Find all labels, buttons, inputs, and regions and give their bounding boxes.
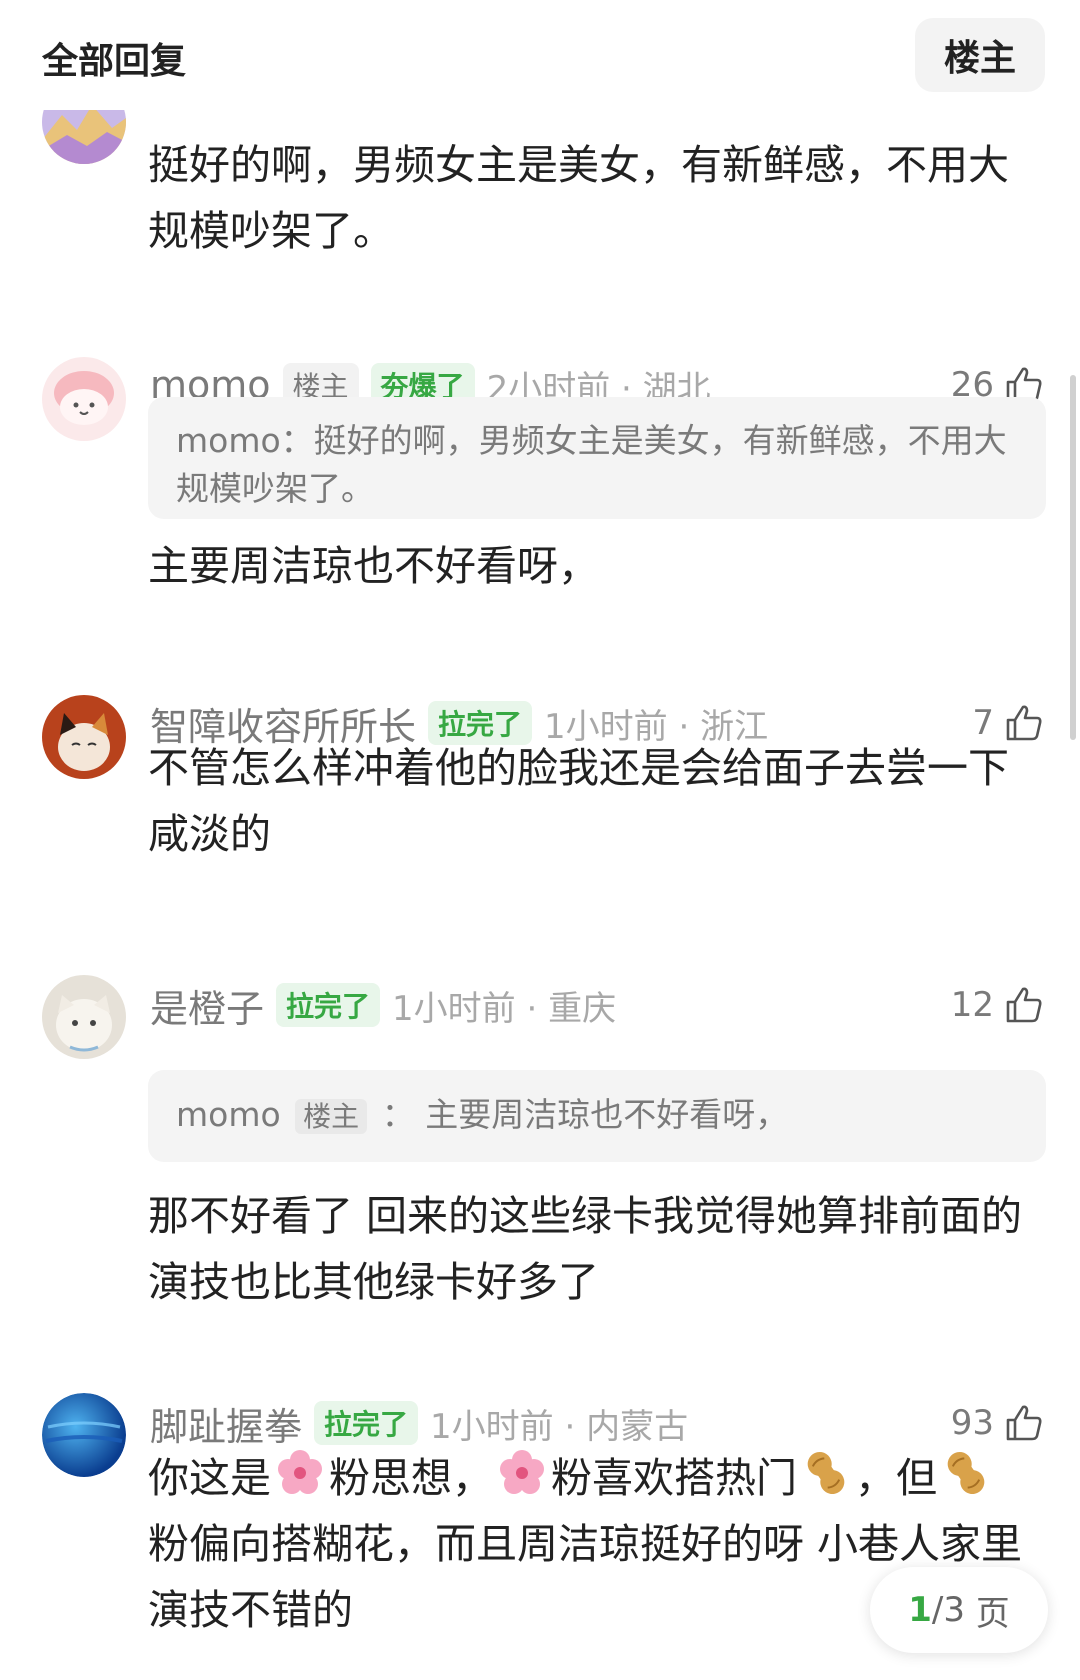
quote-author: momo xyxy=(176,1095,281,1134)
thumbs-up-icon xyxy=(1006,987,1042,1023)
nickname[interactable]: 是橙子 xyxy=(150,978,264,1033)
quoted-reply[interactable]: momo：挺好的啊，男频女主是美女，有新鲜感，不用大规模吵架了。 xyxy=(148,397,1046,519)
rating-badge: 拉完了 xyxy=(276,983,381,1027)
comment-meta: 是橙子 拉完了 1小时前 · 重庆 xyxy=(150,977,616,1033)
comment-meta: 脚趾握拳 拉完了 1小时前 · 内蒙古 xyxy=(150,1395,688,1451)
quote-text: 主要周洁琼也不好看呀， xyxy=(425,1095,789,1134)
comment-body: 不管怎么样冲着他的脸我还是会给面子去尝一下咸淡的 xyxy=(148,744,1009,858)
reply-header: 全部回复 楼主 xyxy=(0,0,1080,110)
comment-body: 主要周洁琼也不好看呀， xyxy=(148,542,599,590)
peanut-icon xyxy=(807,1451,845,1495)
quote-separator: ： xyxy=(381,1095,415,1134)
op-only-filter-button[interactable]: 楼主 xyxy=(915,18,1045,92)
page-title: 全部回复 xyxy=(42,41,187,82)
like-button[interactable]: 93 xyxy=(951,1395,1044,1451)
cherry-blossom-icon xyxy=(278,1450,322,1494)
quote-text: 挺好的啊，男频女主是美女，有新鲜感，不用大规模吵架了。 xyxy=(176,421,1007,508)
total-pages: /3 xyxy=(931,1590,965,1630)
peanut-icon xyxy=(947,1451,985,1495)
comment-body: 那不好看了 回来的这些绿卡我觉得她算排前面的 演技也比其他绿卡好多了 xyxy=(148,1192,1023,1306)
like-count: 12 xyxy=(950,985,994,1025)
current-page: 1 xyxy=(908,1590,932,1630)
like-button[interactable]: 12 xyxy=(951,977,1044,1033)
avatar[interactable] xyxy=(42,695,126,779)
cherry-blossom-icon xyxy=(500,1450,544,1494)
rating-badge: 拉完了 xyxy=(314,1401,419,1445)
avatar[interactable] xyxy=(42,357,126,441)
page-indicator[interactable]: 1/3 页 xyxy=(870,1567,1048,1653)
timestamp: 1小时前 · 内蒙古 xyxy=(430,1406,689,1447)
comment-body: 挺好的啊，男频女主是美女，有新鲜感，不用大规模吵架了。 xyxy=(148,141,1009,255)
quote-author: momo xyxy=(176,421,281,460)
page-unit: 页 xyxy=(975,1593,1010,1634)
avatar[interactable] xyxy=(42,975,126,1059)
scrollbar[interactable] xyxy=(1070,375,1076,740)
thumbs-up-icon xyxy=(1006,1405,1042,1441)
like-count: 93 xyxy=(950,1403,994,1443)
timestamp: 1小时前 · 重庆 xyxy=(392,988,617,1029)
nickname[interactable]: 脚趾握拳 xyxy=(150,1396,302,1451)
quote-op-tag: 楼主 xyxy=(295,1099,368,1134)
quoted-reply[interactable]: momo 楼主 ： 主要周洁琼也不好看呀， xyxy=(148,1070,1046,1162)
avatar[interactable] xyxy=(42,1393,126,1477)
